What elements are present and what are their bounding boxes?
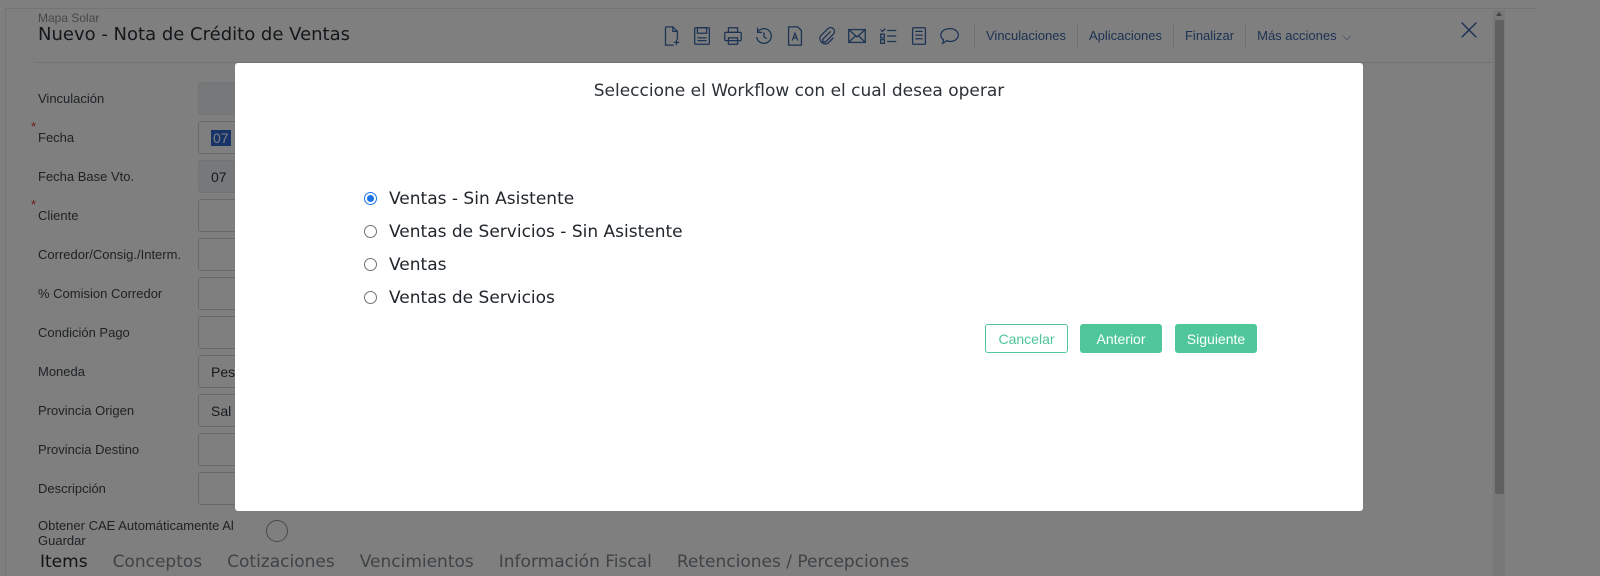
previous-button[interactable]: Anterior xyxy=(1080,324,1162,353)
workflow-option-label: Ventas xyxy=(389,254,447,275)
workflow-option[interactable]: Ventas de Servicios xyxy=(364,281,683,314)
workflow-option[interactable]: Ventas - Sin Asistente xyxy=(364,182,683,215)
workflow-option-label: Ventas de Servicios xyxy=(389,287,555,308)
cancel-button[interactable]: Cancelar xyxy=(985,324,1068,353)
radio-button-selected[interactable] xyxy=(364,192,377,205)
workflow-option[interactable]: Ventas xyxy=(364,248,683,281)
radio-button[interactable] xyxy=(364,258,377,271)
next-button[interactable]: Siguiente xyxy=(1175,324,1257,353)
workflow-option[interactable]: Ventas de Servicios - Sin Asistente xyxy=(364,215,683,248)
workflow-option-label: Ventas de Servicios - Sin Asistente xyxy=(389,221,683,242)
workflow-radio-group: Ventas - Sin Asistente Ventas de Servici… xyxy=(364,182,683,314)
radio-button[interactable] xyxy=(364,225,377,238)
modal-title: Seleccione el Workflow con el cual desea… xyxy=(593,81,1005,101)
workflow-option-label: Ventas - Sin Asistente xyxy=(389,188,575,209)
radio-button[interactable] xyxy=(364,291,377,304)
workflow-modal: Seleccione el Workflow con el cual desea… xyxy=(235,63,1363,511)
